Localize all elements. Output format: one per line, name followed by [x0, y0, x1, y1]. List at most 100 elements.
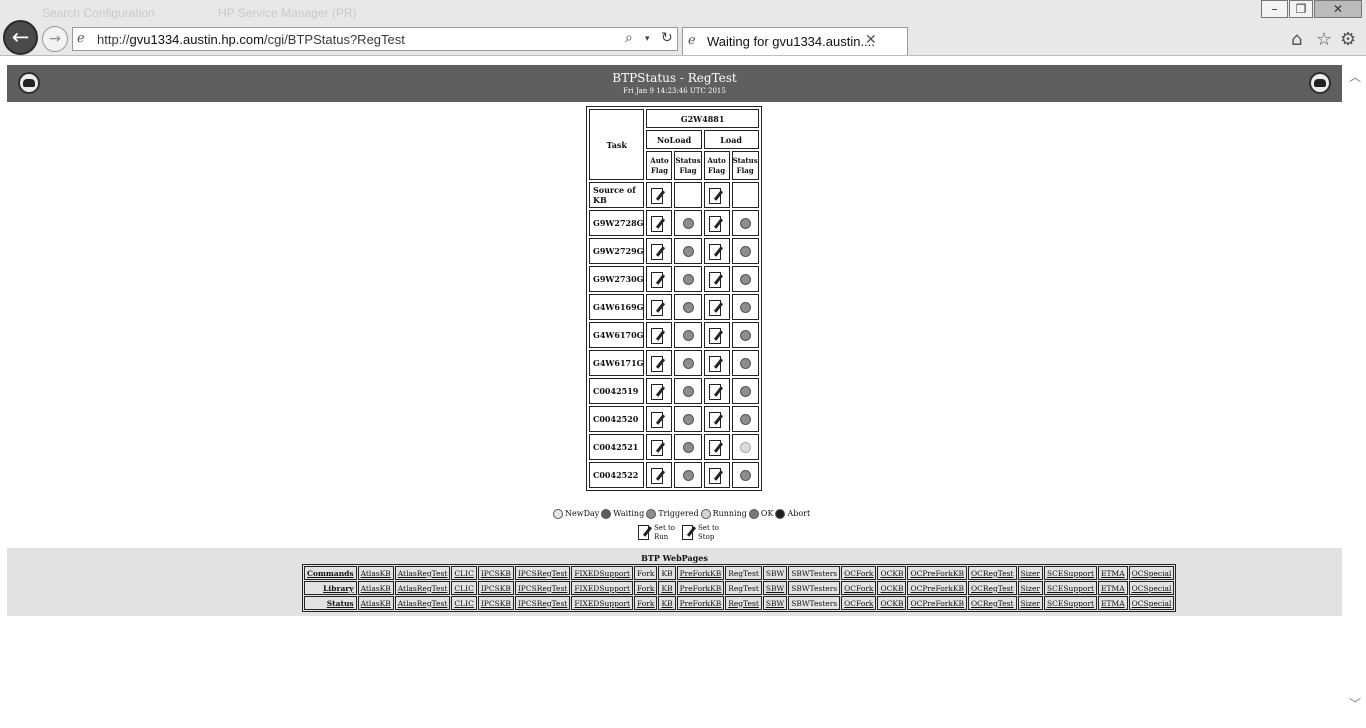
webpage-link[interactable]: AtlasRegTest [394, 566, 451, 580]
webpage-link[interactable]: OCRegTest [968, 566, 1017, 580]
status-waiting-icon[interactable] [739, 329, 751, 341]
status-waiting-icon[interactable] [682, 413, 694, 425]
status-running-icon[interactable] [739, 441, 751, 453]
close-tab-icon[interactable]: ✕ [865, 32, 877, 48]
webpage-link[interactable]: FIXEDSupport [571, 566, 634, 580]
dropdown-chevron-icon[interactable]: ▾ [645, 34, 650, 44]
auto-flag-icon[interactable] [650, 271, 668, 288]
auto-flag-icon[interactable] [650, 467, 668, 484]
webpage-link[interactable]: SBW [762, 596, 788, 610]
status-waiting-icon[interactable] [682, 301, 694, 313]
close-window-icon[interactable]: ✕ [1314, 0, 1362, 18]
back-arrow-icon[interactable]: ← [3, 20, 38, 55]
webpage-link[interactable]: IPCSKB [477, 581, 514, 595]
webpage-link[interactable]: AtlasRegTest [394, 596, 451, 610]
webpage-link[interactable]: PreForkKB [676, 581, 725, 595]
background-tab-1[interactable]: Search Configuration [34, 0, 184, 25]
webpage-link[interactable]: IPCSRegTest [514, 581, 571, 595]
status-waiting-icon[interactable] [682, 329, 694, 341]
active-tab[interactable]: ℯ Waiting for gvu1334.austin.... ✕ [682, 27, 908, 55]
webpage-link[interactable]: CLIC [451, 566, 477, 580]
webpage-link[interactable]: ETMA [1098, 596, 1128, 610]
webpage-link[interactable]: OCFork [841, 566, 877, 580]
webpage-link[interactable]: OCSpecial [1128, 596, 1175, 610]
webpage-link[interactable]: FIXEDSupport [571, 596, 634, 610]
auto-flag-icon[interactable] [708, 243, 726, 260]
auto-flag-icon[interactable] [708, 327, 726, 344]
webpage-link[interactable]: FIXEDSupport [571, 581, 634, 595]
webpage-link[interactable]: OCPreForkKB [907, 596, 967, 610]
webpage-link[interactable]: OCPreForkKB [907, 581, 967, 595]
webpage-link[interactable]: OCRegTest [968, 581, 1017, 595]
webpage-link[interactable]: AtlasKB [357, 566, 394, 580]
webpage-link[interactable]: AtlasRegTest [394, 581, 451, 595]
webpage-link[interactable]: CLIC [451, 581, 477, 595]
webpage-link[interactable]: Sizer [1017, 581, 1044, 595]
status-waiting-icon[interactable] [682, 245, 694, 257]
status-waiting-icon[interactable] [739, 385, 751, 397]
webpage-link[interactable]: ETMA [1098, 581, 1128, 595]
status-waiting-icon[interactable] [739, 245, 751, 257]
webpages-row-label[interactable]: Commands [304, 566, 357, 580]
background-tab-2[interactable]: HP Service Manager (PR) [210, 0, 385, 25]
vertical-scrollbar[interactable]: ︿ ﹀ [1344, 57, 1366, 728]
gear-icon[interactable]: ⚙ [1340, 29, 1356, 50]
auto-flag-icon[interactable] [650, 383, 668, 400]
status-waiting-icon[interactable] [739, 273, 751, 285]
webpage-link[interactable]: CLIC [451, 596, 477, 610]
webpage-link[interactable]: SCESupport [1044, 581, 1098, 595]
status-waiting-icon[interactable] [682, 273, 694, 285]
auto-flag-icon[interactable] [708, 215, 726, 232]
auto-flag-icon[interactable] [708, 355, 726, 372]
webpage-link[interactable]: AtlasKB [357, 596, 394, 610]
webpage-link[interactable]: OCRegTest [968, 596, 1017, 610]
webpage-link[interactable]: OCFork [841, 596, 877, 610]
webpage-link[interactable]: PreForkKB [676, 566, 725, 580]
webpage-link[interactable]: OCSpecial [1128, 566, 1175, 580]
webpage-link[interactable]: RegTest [725, 596, 762, 610]
auto-flag-icon[interactable] [650, 411, 668, 428]
webpage-link[interactable]: IPCSRegTest [514, 566, 571, 580]
search-icon[interactable]: ⌕ [625, 30, 633, 46]
webpage-link[interactable]: OCFork [841, 581, 877, 595]
webpage-link[interactable]: Sizer [1017, 566, 1044, 580]
webpage-link[interactable]: KB [658, 581, 676, 595]
auto-flag-icon[interactable] [650, 215, 668, 232]
auto-flag-icon[interactable] [650, 187, 668, 204]
webpage-link[interactable]: Sizer [1017, 596, 1044, 610]
webpages-row-label[interactable]: Status [304, 596, 357, 610]
status-waiting-icon[interactable] [682, 469, 694, 481]
forward-arrow-icon[interactable]: → [42, 26, 68, 52]
webpage-link[interactable]: PreForkKB [676, 596, 725, 610]
auto-flag-icon[interactable] [650, 299, 668, 316]
auto-flag-icon[interactable] [708, 467, 726, 484]
status-waiting-icon[interactable] [682, 441, 694, 453]
webpage-link[interactable]: OCSpecial [1128, 581, 1175, 595]
scroll-down-icon[interactable]: ﹀ [1349, 695, 1361, 712]
webpage-link[interactable]: OCKB [877, 566, 907, 580]
webpage-link[interactable]: OCKB [877, 596, 907, 610]
webpage-link[interactable]: IPCSKB [477, 596, 514, 610]
webpage-link[interactable]: SBW [762, 581, 788, 595]
address-url[interactable]: http://gvu1334.austin.hp.com/cgi/BTPStat… [97, 32, 405, 47]
auto-flag-icon[interactable] [708, 411, 726, 428]
webpage-link[interactable]: KB [658, 596, 676, 610]
restore-icon[interactable]: ❐ [1289, 0, 1313, 18]
webpage-link[interactable]: IPCSRegTest [514, 596, 571, 610]
webpage-link[interactable]: OCPreForkKB [907, 566, 967, 580]
minimize-icon[interactable]: – [1261, 0, 1288, 18]
webpage-link[interactable]: ETMA [1098, 566, 1128, 580]
star-icon[interactable]: ☆ [1316, 29, 1332, 50]
auto-flag-icon[interactable] [708, 299, 726, 316]
webpage-link[interactable]: IPCSKB [477, 566, 514, 580]
webpage-link[interactable]: Fork [634, 596, 658, 610]
auto-flag-icon[interactable] [650, 327, 668, 344]
status-waiting-icon[interactable] [682, 385, 694, 397]
home-icon[interactable]: ⌂ [1291, 29, 1302, 50]
auto-flag-icon[interactable] [708, 439, 726, 456]
auto-flag-icon[interactable] [708, 187, 726, 204]
auto-flag-icon[interactable] [708, 271, 726, 288]
scroll-up-icon[interactable]: ︿ [1349, 68, 1361, 85]
auto-flag-icon[interactable] [650, 355, 668, 372]
address-bar[interactable]: ℯ http://gvu1334.austin.hp.com/cgi/BTPSt… [72, 27, 678, 51]
